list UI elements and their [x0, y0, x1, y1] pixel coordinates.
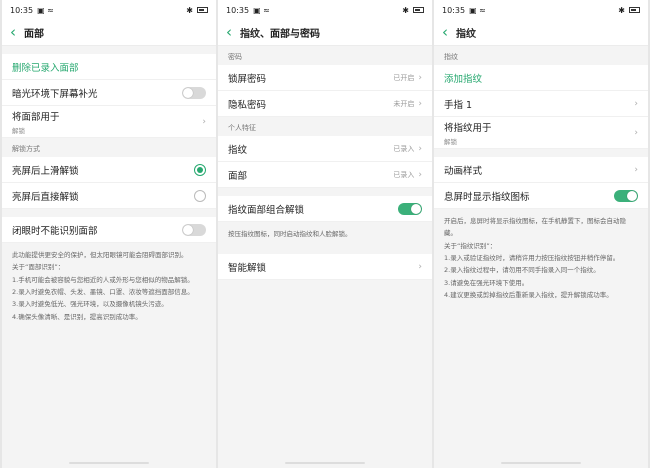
chevron-right-icon: › — [418, 261, 422, 272]
notification-icons: ▣ ≈ — [253, 5, 270, 15]
status-text: 未开启 — [393, 99, 415, 108]
nav-bar: ‹ 指纹 — [434, 20, 648, 46]
show-icon-toggle[interactable] — [614, 189, 638, 202]
clock: 10:35 — [10, 5, 34, 15]
show-icon-row: 息屏时显示指纹图标 — [434, 183, 648, 209]
section-header: 个人特征 — [228, 124, 256, 132]
security-settings-screen: 10:35 ▣ ≈ ✱ ‹ 指纹、面部与密码 密码 锁屏密码 已开启 › 隐私密码 未开… — [218, 0, 432, 468]
eyes-closed-row: 闭眼时不能识别面部 — [2, 217, 216, 243]
bluetooth-icon: ✱ — [618, 5, 625, 15]
face-note: 此功能提供更安全的保护，但太阳眼镜可能会阻碍面部识别。 关于“面部识别”： 1.… — [12, 251, 194, 321]
notification-icons: ▣ ≈ — [37, 5, 54, 15]
bluetooth-icon: ✱ — [402, 5, 409, 15]
smart-unlock-row[interactable]: 智能解锁 › — [218, 254, 432, 281]
dim-light-row: 暗光环境下屏幕补光 — [2, 80, 216, 106]
delete-face-button[interactable]: 删除已录入面部 — [2, 54, 216, 80]
back-icon[interactable]: ‹ — [10, 25, 16, 40]
finger-1-row[interactable]: 手指 1 › — [434, 91, 648, 117]
add-fingerprint-button[interactable]: 添加指纹 — [434, 65, 648, 91]
status-bar: 10:35 ▣ ≈ ✱ — [2, 0, 216, 20]
unlock-option-swipe[interactable]: 亮屏后上滑解锁 — [2, 157, 216, 183]
dim-light-toggle[interactable] — [182, 86, 206, 99]
animation-style-row[interactable]: 动画样式 › — [434, 157, 648, 183]
lock-password-row[interactable]: 锁屏密码 已开启 › — [218, 65, 432, 91]
status-text: 已开启 — [393, 73, 415, 82]
back-icon[interactable]: ‹ — [226, 25, 232, 40]
nav-bar: ‹ 面部 — [2, 20, 216, 46]
combo-note: 按压指纹图标，同时启动指纹和人脸解锁。 — [228, 230, 352, 238]
status-bar: 10:35 ▣ ≈ ✱ — [218, 0, 432, 20]
battery-icon — [413, 7, 424, 13]
chevron-right-icon: › — [418, 169, 422, 180]
combo-unlock-toggle[interactable] — [398, 202, 422, 215]
radio-selected-icon[interactable] — [194, 163, 206, 176]
section-header: 指纹 — [444, 53, 458, 61]
face-row[interactable]: 面部 已录入 › — [218, 162, 432, 188]
fingerprint-screen: 10:35 ▣ ≈ ✱ ‹ 指纹 指纹 添加指纹 手指 1 › 将指纹用于 解锁 › … — [434, 0, 648, 468]
chevron-right-icon: › — [634, 127, 638, 138]
home-indicator — [285, 462, 365, 464]
combo-unlock-row: 指纹面部组合解锁 — [218, 196, 432, 222]
page-title: 指纹、面部与密码 — [240, 29, 320, 40]
chevron-right-icon: › — [418, 143, 422, 154]
chevron-right-icon: › — [202, 116, 206, 127]
notification-icons: ▣ ≈ — [469, 5, 486, 15]
eyes-closed-toggle[interactable] — [182, 223, 206, 236]
status-bar: 10:35 ▣ ≈ ✱ — [434, 0, 648, 20]
chevron-right-icon: › — [634, 164, 638, 175]
fingerprint-row[interactable]: 指纹 已录入 › — [218, 136, 432, 162]
page-title: 指纹 — [456, 29, 476, 40]
bluetooth-icon: ✱ — [186, 5, 193, 15]
page-title: 面部 — [24, 29, 44, 40]
home-indicator — [69, 462, 149, 464]
unlock-option-direct[interactable]: 亮屏后直接解锁 — [2, 183, 216, 209]
clock: 10:35 — [442, 5, 466, 15]
status-text: 已录入 — [393, 170, 415, 179]
status-text: 已录入 — [393, 144, 415, 153]
use-fingerprint-for-row[interactable]: 将指纹用于 解锁 › — [434, 117, 648, 149]
privacy-password-row[interactable]: 隐私密码 未开启 › — [218, 91, 432, 117]
section-header: 密码 — [228, 53, 242, 61]
chevron-right-icon: › — [418, 98, 422, 109]
home-indicator — [501, 462, 581, 464]
battery-icon — [629, 7, 640, 13]
fingerprint-note: 开启后，息屏时将显示指纹图标，在手机静置下，图标会自动隐藏。 关于“指纹识别”：… — [444, 217, 626, 300]
section-header: 解锁方式 — [12, 145, 40, 153]
clock: 10:35 — [226, 5, 250, 15]
chevron-right-icon: › — [634, 98, 638, 109]
chevron-right-icon: › — [418, 72, 422, 83]
nav-bar: ‹ 指纹、面部与密码 — [218, 20, 432, 46]
face-settings-screen: 10:35 ▣ ≈ ✱ ‹ 面部 删除已录入面部 暗光环境下屏幕补光 将面部用于解… — [2, 0, 216, 468]
back-icon[interactable]: ‹ — [442, 25, 448, 40]
radio-unselected-icon[interactable] — [194, 189, 206, 202]
battery-icon — [197, 7, 208, 13]
use-face-for-row[interactable]: 将面部用于 解锁 › — [2, 106, 216, 138]
